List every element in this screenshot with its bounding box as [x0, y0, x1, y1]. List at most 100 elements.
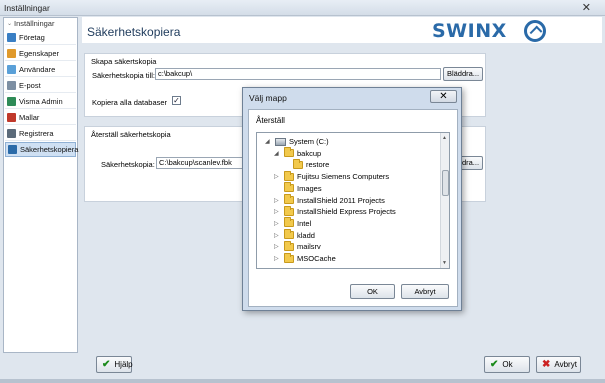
sidebar-item-register[interactable]: Registrera	[5, 126, 76, 141]
company-icon	[7, 32, 16, 42]
tree-item[interactable]: ▷ Intel	[274, 217, 312, 229]
ok-button[interactable]: ✔ Ok	[484, 356, 530, 373]
backup-icon	[8, 145, 17, 154]
sidebar-items: Företag Egenskaper Användare E-post Visma Ad…	[4, 30, 79, 157]
folder-icon	[284, 240, 294, 251]
page-title: Säkerhetskopiera	[87, 25, 181, 39]
scrollbar-thumb[interactable]	[442, 170, 449, 196]
sidebar-item-templates[interactable]: Mallar	[5, 110, 76, 125]
email-icon	[7, 80, 16, 90]
ok-check-icon: ✔	[490, 359, 499, 370]
tree-item[interactable]: ▷ Fujitsu Siemens Computers	[274, 170, 390, 182]
dialog-title: Välj mapp	[249, 93, 287, 103]
dialog-cancel-button[interactable]: Avbryt	[401, 284, 449, 299]
tree-item[interactable]: ◢ System (C:)	[265, 136, 329, 147]
sidebar-header[interactable]: ⌄ Inställningar	[4, 18, 77, 29]
folder-icon	[284, 229, 294, 240]
folder-icon	[284, 170, 294, 181]
folder-icon	[284, 194, 294, 204]
window-close-button[interactable]: ✕	[582, 1, 591, 14]
backup-browse-button[interactable]: Bläddra...	[443, 67, 483, 81]
collapsed-arrow-icon[interactable]: ▷	[274, 220, 281, 227]
copy-all-label: Kopiera alla databaser	[92, 98, 168, 107]
sidebar-item-label: E-post	[19, 80, 41, 90]
copy-all-checkbox[interactable]: ✓	[172, 96, 181, 105]
main-header: Säkerhetskopiera SWINX	[82, 17, 602, 43]
window-bottom-border	[0, 379, 605, 383]
expanded-arrow-icon[interactable]: ◢	[265, 138, 272, 145]
tree-item[interactable]: ◢ bakcup	[274, 147, 322, 159]
sidebar-item-properties[interactable]: Egenskaper	[5, 46, 76, 61]
sidebar-item-label: Säkerhetskopiera	[20, 145, 79, 154]
settings-sidebar: ⌄ Inställningar Företag Egenskaper Använda…	[3, 17, 78, 353]
tree-item[interactable]: ▷ kladd	[274, 229, 315, 241]
tree-item[interactable]: ▷ InstallShield 2011 Projects	[274, 194, 385, 206]
folder-icon	[284, 182, 294, 193]
tree-item[interactable]: restore	[283, 158, 330, 170]
swinx-logo: SWINX	[432, 20, 550, 42]
tree-item-label: Intel	[297, 218, 312, 228]
properties-icon	[7, 48, 16, 58]
tree-item-label: InstallShield Express Projects	[297, 207, 396, 217]
window-titlebar: Inställningar ✕	[0, 0, 605, 16]
dialog-close-button[interactable]: ✕	[430, 90, 457, 103]
dialog-caption: Återställ	[256, 116, 285, 125]
scroll-down-icon[interactable]: ▼	[442, 260, 447, 266]
sidebar-item-company[interactable]: Företag	[5, 30, 76, 45]
tree-item-label: InstallShield 2011 Projects	[297, 195, 385, 205]
folder-tree[interactable]: ▲ ▼ ◢ System (C:) ◢ bakcup restore ▷ Fujitsu S…	[256, 132, 450, 269]
visma-admin-icon	[7, 96, 16, 106]
collapsed-arrow-icon[interactable]: ▷	[274, 208, 281, 215]
backup-path-input[interactable]: c:\bakcup\	[155, 68, 441, 80]
tree-item-label: mailsrv	[297, 242, 321, 252]
folder-icon	[284, 147, 294, 158]
backup-legend: Skapa säkertskopia	[91, 57, 157, 66]
restore-file-label: Säkerhetskopia:	[101, 160, 155, 169]
sidebar-header-label: Inställningar	[14, 19, 55, 28]
folder-icon	[293, 158, 303, 169]
cancel-button[interactable]: ✖ Avbryt	[536, 356, 581, 373]
folder-icon	[284, 252, 294, 263]
sidebar-item-label: Mallar	[19, 112, 40, 122]
help-check-icon: ✔	[102, 359, 111, 370]
collapsed-arrow-icon[interactable]: ▷	[274, 173, 281, 180]
tree-item[interactable]: Images	[274, 182, 322, 194]
tree-item-label: bakcup	[297, 148, 322, 158]
sidebar-item-backup[interactable]: Säkerhetskopiera	[5, 142, 79, 157]
select-folder-dialog: Välj mapp ✕ Återställ ▲ ▼ ◢ System (C:) ◢ b…	[242, 87, 462, 311]
cancel-button-label: Avbryt	[554, 360, 577, 369]
sidebar-item-label: Registrera	[19, 128, 54, 138]
tree-item-label: Fujitsu Siemens Computers	[297, 172, 390, 182]
expanded-arrow-icon[interactable]: ◢	[274, 150, 281, 157]
collapsed-arrow-icon[interactable]: ▷	[274, 197, 281, 204]
tree-item[interactable]: ▷ mailsrv	[274, 240, 321, 252]
folder-icon	[284, 217, 294, 228]
logo-check-icon	[524, 20, 546, 42]
sidebar-item-users[interactable]: Användare	[5, 62, 76, 77]
ok-button-label: Ok	[502, 360, 513, 369]
sidebar-item-label: Företag	[19, 32, 45, 42]
collapse-icon: ⌄	[7, 21, 13, 27]
tree-scrollbar[interactable]: ▲ ▼	[440, 133, 449, 268]
tree-item-label: restore	[306, 160, 330, 170]
backup-path-label: Säkerhetskopia till:	[92, 71, 155, 80]
users-icon	[7, 64, 16, 74]
folder-icon	[284, 205, 294, 216]
collapsed-arrow-icon[interactable]: ▷	[274, 232, 281, 239]
dialog-body: Återställ ▲ ▼ ◢ System (C:) ◢ bakcup restore…	[248, 109, 458, 307]
scroll-up-icon[interactable]: ▲	[442, 135, 447, 141]
help-button-label: Hjälp	[114, 360, 133, 369]
tree-item[interactable]: ▷ InstallShield Express Projects	[274, 205, 396, 217]
collapsed-arrow-icon[interactable]: ▷	[274, 243, 281, 250]
sidebar-item-visma-admin[interactable]: Visma Admin	[5, 94, 76, 109]
collapsed-arrow-icon[interactable]: ▷	[274, 255, 281, 262]
tree-item[interactable]: ▷ MSOCache	[274, 252, 336, 264]
sidebar-item-email[interactable]: E-post	[5, 78, 76, 93]
dialog-ok-button[interactable]: OK	[350, 284, 395, 299]
sidebar-item-label: Egenskaper	[19, 48, 60, 58]
tree-item-label: System (C:)	[289, 137, 329, 146]
help-button[interactable]: ✔ Hjälp	[96, 356, 133, 373]
window-title: Inställningar	[4, 3, 50, 13]
tree-item-label: Images	[297, 183, 322, 193]
restore-legend: Återställ säkerhetskopia	[91, 130, 171, 139]
